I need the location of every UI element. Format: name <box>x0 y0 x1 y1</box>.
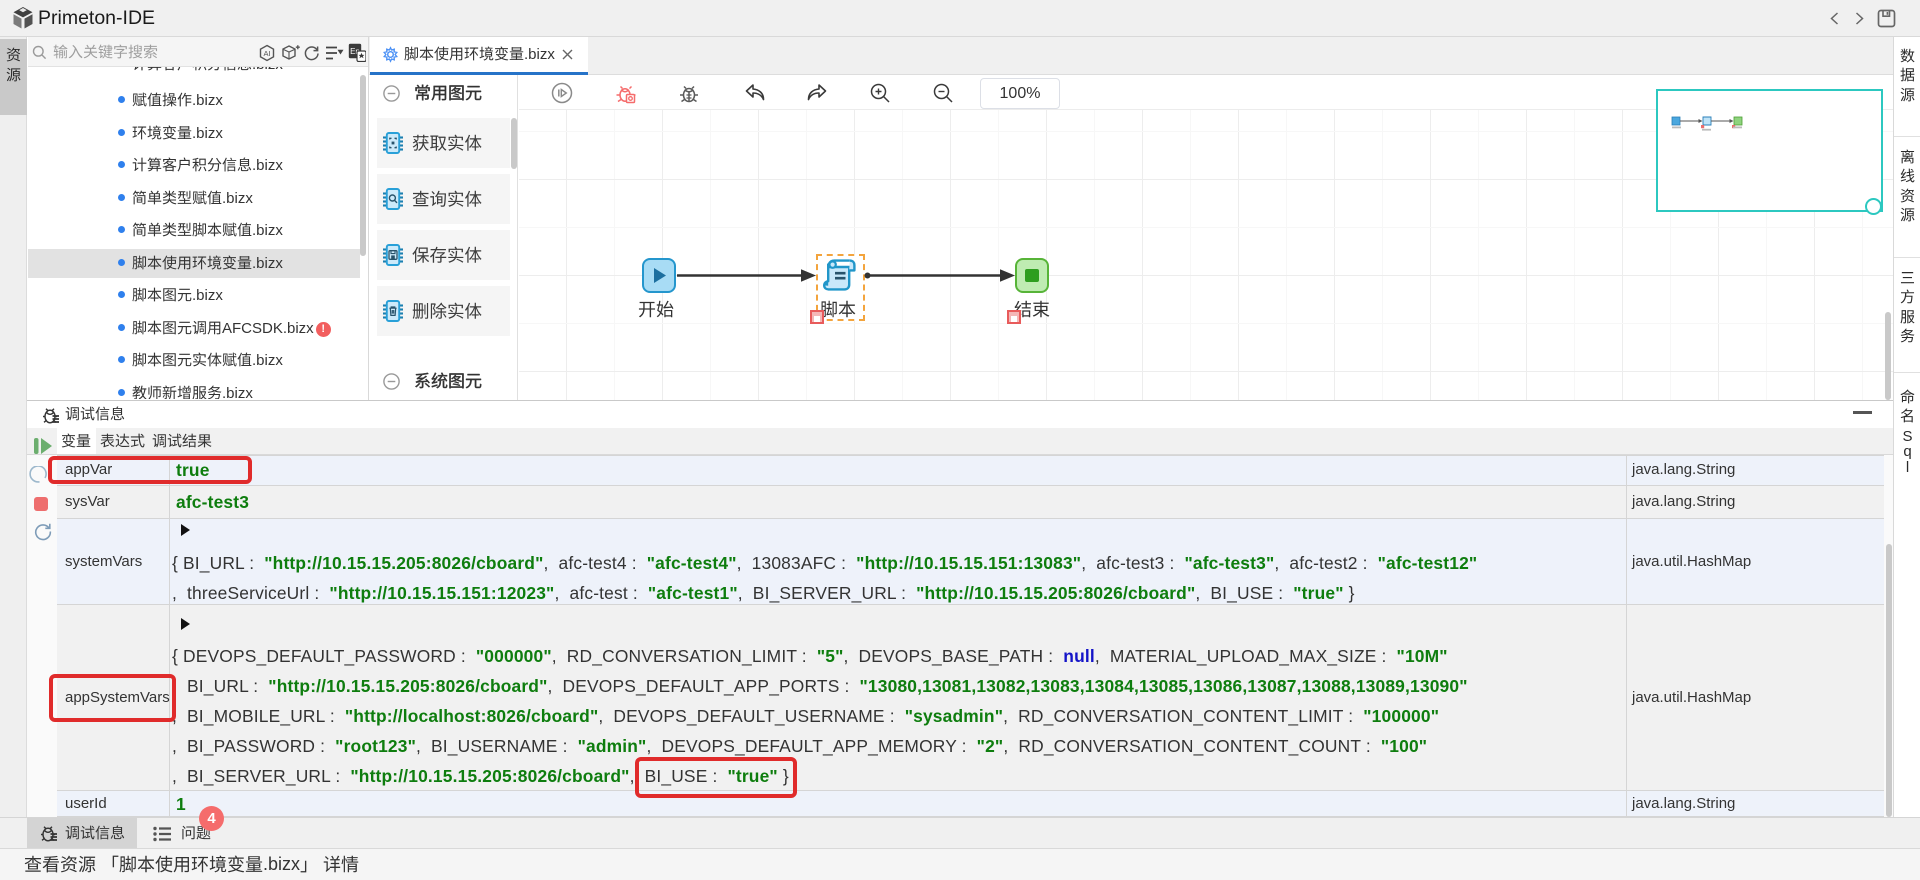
svg-text:AI: AI <box>263 49 270 58</box>
